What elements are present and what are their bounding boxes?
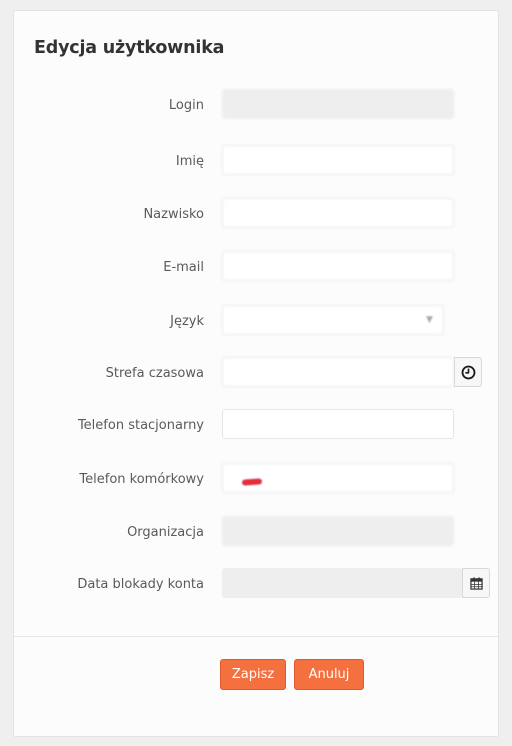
- email-field[interactable]: [222, 251, 454, 281]
- email-label: E-mail: [163, 260, 204, 275]
- first-name-row: Imię: [14, 145, 498, 179]
- last-name-row: Nazwisko: [14, 198, 498, 232]
- edit-user-panel: Edycja użytkownika Login Imię Nazwisko E…: [14, 11, 498, 736]
- login-row: Login: [14, 89, 498, 123]
- first-name-field[interactable]: [222, 145, 454, 175]
- landline-field[interactable]: [222, 409, 454, 439]
- login-field: [222, 89, 454, 119]
- cancel-button[interactable]: Anuluj: [294, 659, 364, 690]
- chevron-down-icon: ▼: [426, 315, 433, 325]
- lock-date-field[interactable]: [222, 568, 462, 598]
- timezone-field[interactable]: [222, 357, 454, 387]
- lock-date-picker-button[interactable]: [462, 568, 490, 598]
- landline-label: Telefon stacjonarny: [77, 418, 204, 433]
- language-row: Język ▼: [14, 305, 498, 339]
- lock-date-row: Data blokady konta: [14, 568, 498, 602]
- timezone-label: Strefa czasowa: [105, 366, 204, 381]
- timezone-row: Strefa czasowa: [14, 357, 498, 391]
- save-button[interactable]: Zapisz: [220, 659, 286, 690]
- page-title: Edycja użytkownika: [34, 38, 225, 58]
- language-select[interactable]: [222, 305, 444, 335]
- last-name-field[interactable]: [222, 198, 454, 228]
- language-label: Język: [170, 314, 204, 329]
- mobile-label: Telefon komórkowy: [79, 472, 204, 487]
- organization-row: Organizacja: [14, 516, 498, 550]
- landline-row: Telefon stacjonarny: [14, 409, 498, 443]
- lock-date-label: Data blokady konta: [77, 577, 204, 592]
- email-row: E-mail: [14, 251, 498, 285]
- organization-label: Organizacja: [127, 525, 204, 540]
- last-name-label: Nazwisko: [143, 207, 204, 222]
- timezone-picker-button[interactable]: [454, 357, 482, 387]
- first-name-label: Imię: [175, 154, 204, 169]
- clock-icon: [461, 365, 475, 379]
- form-divider: [14, 636, 498, 637]
- calendar-icon: [469, 576, 483, 590]
- mobile-row: Telefon komórkowy: [14, 463, 498, 497]
- organization-field: [222, 516, 454, 546]
- login-label: Login: [168, 98, 204, 113]
